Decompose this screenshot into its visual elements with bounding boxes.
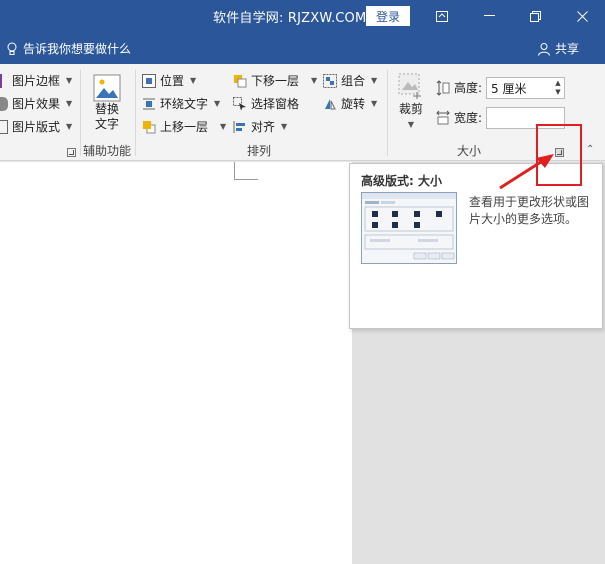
wrap-text-icon <box>143 98 155 109</box>
spin-down-icon[interactable]: ▼ <box>555 88 560 97</box>
chevron-down-icon: ▼ <box>66 122 73 131</box>
position-label: 位置 <box>160 74 185 88</box>
window-title: 软件自学网: RJZXW.COM <box>213 11 367 26</box>
chevron-down-icon: ▼ <box>407 120 415 129</box>
picture-effects-label: 图片效果 <box>12 97 61 111</box>
group-separator <box>387 70 388 156</box>
tell-me-bar: 告诉我你想要做什么 共享 <box>0 32 605 64</box>
group-button[interactable]: 组合 ▼ <box>323 72 377 89</box>
alt-text-icon <box>93 74 121 102</box>
selection-pane-icon <box>233 96 246 110</box>
crop-label: 裁剪 <box>398 102 423 116</box>
restore-icon[interactable] <box>512 0 558 32</box>
close-icon[interactable] <box>559 0 605 32</box>
share-button[interactable]: 共享 <box>537 40 579 57</box>
group-separator <box>135 70 136 156</box>
size-group-label: 大小 <box>457 144 482 158</box>
person-icon <box>538 42 550 56</box>
alt-text-label-line2: 文字 <box>94 117 119 131</box>
width-label: 宽度: <box>454 111 483 125</box>
position-button[interactable]: 位置 ▼ <box>142 72 196 89</box>
ribbon: 图片边框 ▼ 图片效果 ▼ 图片版式 ▼ 替换 文字 辅助功能 位置 ▼ 环绕文字 ▼ 上… <box>0 64 605 161</box>
height-input[interactable]: 5 厘米 ▲ ▼ <box>486 77 565 99</box>
chevron-down-icon: ▼ <box>371 99 378 108</box>
chevron-down-icon: ▼ <box>371 76 378 85</box>
position-icon <box>142 73 156 88</box>
align-icon <box>233 120 245 133</box>
height-spinner[interactable]: ▲ ▼ <box>552 78 564 98</box>
spin-up-icon[interactable]: ▲ <box>555 79 560 88</box>
dialog-preview-thumbnail <box>361 192 457 264</box>
send-backward-label: 下移一层 <box>251 74 300 88</box>
wrap-text-button[interactable]: 环绕文字 ▼ <box>142 95 220 112</box>
picture-border-icon <box>0 73 8 88</box>
wrap-text-label: 环绕文字 <box>160 97 209 111</box>
title-bar: 软件自学网: RJZXW.COM 登录 <box>0 0 605 32</box>
chevron-down-icon: ▼ <box>220 122 227 131</box>
alt-text-button[interactable]: 替换 文字 <box>91 74 123 132</box>
share-label: 共享 <box>555 42 580 56</box>
group-icon <box>323 73 337 88</box>
height-value: 5 厘米 <box>491 81 527 96</box>
rotate-button[interactable]: 旋转 ▼ <box>323 95 377 112</box>
picture-styles-launcher-icon[interactable] <box>67 148 76 157</box>
tooltip-description: 查看用于更改形状或图片大小的更多选项。 <box>469 195 590 226</box>
arrange-group-label: 排列 <box>247 144 272 158</box>
pointer-arrow-icon <box>499 154 554 190</box>
selection-pane-label: 选择窗格 <box>251 97 300 111</box>
picture-effects-icon <box>0 96 8 111</box>
ribbon-display-options-icon[interactable] <box>419 0 465 32</box>
picture-layout-label: 图片版式 <box>12 120 61 134</box>
size-launcher-tooltip: 高级版式: 大小 查看用于更改形状或图片大小的更多选项。 <box>349 163 603 329</box>
page-margin-marker <box>234 162 258 180</box>
group-label: 组合 <box>341 74 366 88</box>
picture-effects-button[interactable]: 图片效果 ▼ <box>0 95 72 112</box>
send-backward-icon <box>234 74 247 87</box>
chevron-down-icon: ▼ <box>281 122 288 131</box>
chevron-down-icon: ▼ <box>66 76 73 85</box>
collapse-ribbon-icon[interactable]: ⌃ <box>586 144 594 155</box>
height-label-group: 高度: <box>436 79 482 96</box>
chevron-down-icon: ▼ <box>66 99 73 108</box>
group-separator <box>80 70 81 156</box>
align-label: 对齐 <box>251 120 276 134</box>
height-icon <box>436 79 450 96</box>
picture-layout-icon <box>0 119 8 134</box>
tooltip-title: 高级版式: 大小 <box>361 174 442 188</box>
crop-button[interactable]: 裁剪 ▼ <box>396 72 426 132</box>
tell-me-search[interactable]: 告诉我你想要做什么 <box>6 40 131 57</box>
rotate-icon <box>325 98 336 109</box>
align-button[interactable]: 对齐 ▼ <box>233 118 287 135</box>
document-page[interactable] <box>0 162 352 564</box>
height-label: 高度: <box>454 81 483 95</box>
rotate-label: 旋转 <box>341 97 366 111</box>
bring-forward-icon <box>143 120 156 133</box>
picture-border-button[interactable]: 图片边框 ▼ <box>0 72 72 89</box>
tell-me-text: 告诉我你想要做什么 <box>23 42 132 56</box>
bring-forward-button[interactable]: 上移一层 ▼ <box>142 118 226 135</box>
send-backward-button[interactable]: 下移一层 ▼ <box>233 72 317 89</box>
crop-icon <box>398 73 421 99</box>
width-label-group: 宽度: <box>436 109 482 126</box>
picture-layout-button[interactable]: 图片版式 ▼ <box>0 118 72 135</box>
bring-forward-label: 上移一层 <box>160 120 209 134</box>
width-icon <box>436 110 450 124</box>
chevron-down-icon: ▼ <box>190 76 197 85</box>
selection-pane-button[interactable]: 选择窗格 <box>233 95 299 112</box>
lightbulb-icon <box>7 42 17 55</box>
minimize-icon[interactable] <box>466 0 512 32</box>
alt-text-label-line1: 替换 <box>94 102 119 116</box>
picture-border-label: 图片边框 <box>12 74 61 88</box>
login-button[interactable]: 登录 <box>366 6 410 26</box>
accessibility-group-label: 辅助功能 <box>83 144 132 158</box>
chevron-down-icon: ▼ <box>214 99 221 108</box>
chevron-down-icon: ▼ <box>311 76 318 85</box>
